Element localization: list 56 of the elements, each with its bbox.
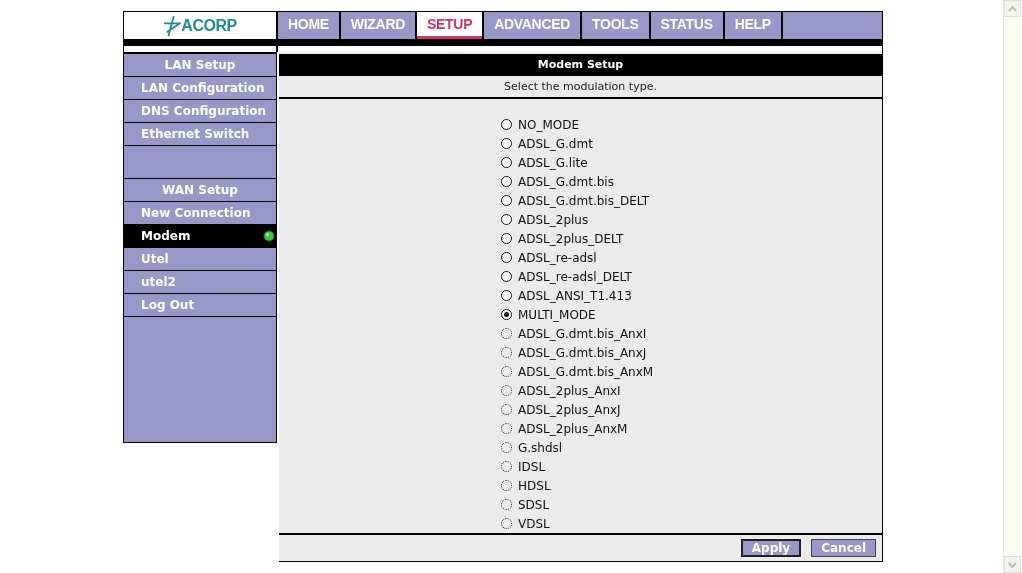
option-label: ADSL_ANSI_T1.413 xyxy=(518,288,632,303)
option-label: ADSL_2plus_DELT xyxy=(518,231,624,246)
radio-button[interactable] xyxy=(501,309,512,320)
option-label: ADSL_re-adsl xyxy=(518,250,597,265)
nav-tab[interactable]: HOME xyxy=(278,12,339,39)
nav-tab[interactable]: STATUS xyxy=(650,12,723,39)
option-label: MULTI_MODE xyxy=(518,307,596,322)
option-label: ADSL_G.lite xyxy=(518,155,588,170)
option-label: NO_MODE xyxy=(518,117,580,132)
form-button[interactable]: Apply xyxy=(740,539,802,557)
option-label: ADSL_G.dmt.bis_AnxI xyxy=(518,326,647,341)
option-label: ADSL_G.dmt xyxy=(518,136,593,151)
nav-tab[interactable]: SETUP xyxy=(417,12,483,39)
acorp-logo[interactable]: ACORP xyxy=(124,12,276,39)
form-button[interactable]: Cancel xyxy=(811,539,876,557)
option-label: ADSL_G.dmt.bis_AnxJ xyxy=(518,345,647,360)
radio-button[interactable] xyxy=(501,290,512,301)
radio-button[interactable] xyxy=(501,252,512,263)
sidebar-item[interactable]: DNS Configuration xyxy=(124,100,276,122)
radio-button[interactable] xyxy=(501,214,512,225)
option-label: VDSL xyxy=(518,516,550,531)
sidebar-item[interactable]: Log Out xyxy=(124,294,276,316)
sidebar-item[interactable]: Utel xyxy=(124,248,276,270)
nav-tab[interactable]: TOOLS xyxy=(582,12,649,39)
option-label: ADSL_re-adsl_DELT xyxy=(518,269,632,284)
radio-button[interactable] xyxy=(501,233,512,244)
option-label: ADSL_2plus xyxy=(518,212,589,227)
option-label: IDSL xyxy=(518,459,546,474)
sidebar-heading: LAN Setup xyxy=(124,54,276,76)
sidebar-item[interactable]: Ethernet Switch xyxy=(124,123,276,145)
radio-button[interactable] xyxy=(501,119,512,130)
option-label: ADSL_G.dmt.bis_AnxM xyxy=(518,364,654,379)
radio-button[interactable] xyxy=(501,176,512,187)
instruction-text: Select the modulation type. xyxy=(279,76,882,99)
star-icon xyxy=(163,14,182,37)
nav-tab[interactable]: HELP xyxy=(724,12,781,39)
radio-button[interactable] xyxy=(501,195,512,206)
option-label: HDSL xyxy=(518,478,551,493)
status-led-icon xyxy=(263,230,275,242)
sidebar-item[interactable]: utel2 xyxy=(124,271,276,293)
option-label: SDSL xyxy=(518,497,550,512)
option-label: G.shdsl xyxy=(518,440,563,455)
option-label: ADSL_2plus_AnxJ xyxy=(518,402,621,417)
nav-tab[interactable]: WIZARD xyxy=(340,12,415,39)
option-label: ADSL_2plus_AnxM xyxy=(518,421,628,436)
option-label: ADSL_G.dmt.bis_DELT xyxy=(518,193,650,208)
sidebar-item[interactable]: New Connection xyxy=(124,202,276,224)
radio-button[interactable] xyxy=(501,138,512,149)
nav-tab[interactable]: ADVANCED xyxy=(484,12,581,39)
panel-title: Modem Setup xyxy=(279,54,882,76)
sidebar-heading: WAN Setup xyxy=(124,179,276,201)
radio-button[interactable] xyxy=(501,271,512,282)
radio-button[interactable] xyxy=(501,157,512,168)
option-label: ADSL_G.dmt.bis xyxy=(518,174,614,189)
sidebar-item[interactable]: LAN Configuration xyxy=(124,77,276,99)
option-label: ADSL_2plus_AnxI xyxy=(518,383,621,398)
